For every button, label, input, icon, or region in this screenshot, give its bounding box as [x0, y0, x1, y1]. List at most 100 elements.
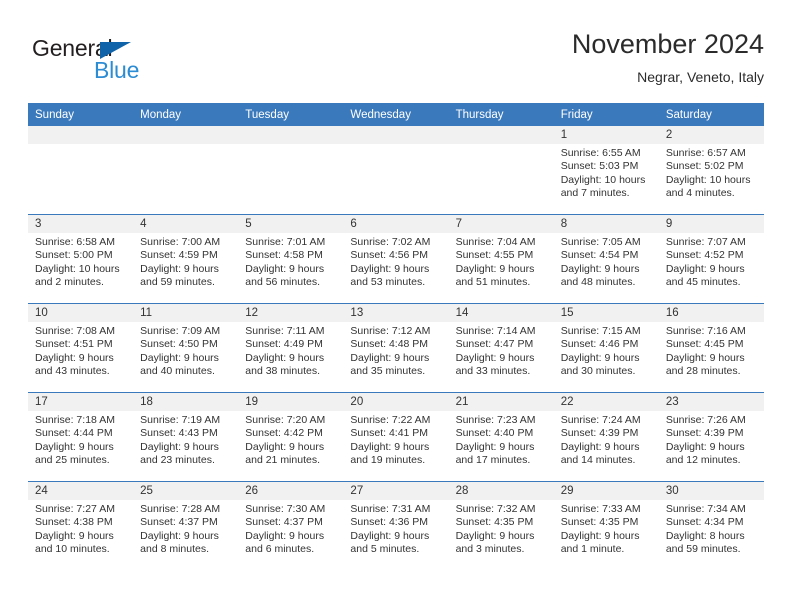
calendar-day-cell[interactable]: 28 Sunrise: 7:32 AM Sunset: 4:35 PM Dayligh… — [448, 481, 554, 570]
day-number: 28 — [448, 482, 554, 500]
calendar-day-cell[interactable]: 2 Sunrise: 6:57 AM Sunset: 5:02 PM Daylight… — [658, 126, 764, 215]
calendar-day-cell[interactable]: 17 Sunrise: 7:18 AM Sunset: 4:44 PM Dayligh… — [28, 392, 134, 482]
calendar-day-cell[interactable]: 22 Sunrise: 7:24 AM Sunset: 4:39 PM Dayligh… — [553, 392, 659, 482]
sunrise-text: Sunrise: 7:09 AM — [140, 325, 221, 337]
day-details: Sunrise: 7:30 AM Sunset: 4:37 PM Daylight:… — [238, 500, 343, 557]
calendar-day-cell[interactable]: 21 Sunrise: 7:23 AM Sunset: 4:40 PM Dayligh… — [448, 392, 554, 482]
sunrise-text: Sunrise: 7:18 AM — [35, 414, 115, 426]
calendar-empty-cell — [343, 126, 449, 215]
calendar-day-cell[interactable]: 6 Sunrise: 7:02 AM Sunset: 4:56 PM Daylight… — [343, 214, 449, 304]
calendar-day-cell[interactable]: 30 Sunrise: 7:34 AM Sunset: 4:34 PM Dayligh… — [658, 481, 764, 570]
sunset-text: Sunset: 4:56 PM — [350, 249, 429, 262]
day-number: 12 — [238, 304, 344, 322]
calendar-day-cell[interactable]: 9 Sunrise: 7:07 AM Sunset: 4:52 PM Daylight… — [658, 214, 764, 304]
day-details: Sunrise: 7:09 AM Sunset: 4:50 PM Daylight:… — [133, 322, 238, 379]
calendar-day-cell[interactable]: 24 Sunrise: 7:27 AM Sunset: 4:38 PM Dayligh… — [28, 481, 134, 570]
calendar-day-cell[interactable]: 8 Sunrise: 7:05 AM Sunset: 4:54 PM Daylight… — [553, 214, 659, 304]
sunset-text: Sunset: 4:37 PM — [140, 516, 218, 529]
day-number: 17 — [28, 393, 134, 411]
sunset-text: Sunset: 5:00 PM — [35, 249, 113, 262]
sunset-text: Sunset: 4:45 PM — [665, 338, 744, 351]
day-cell-content: 9 Sunrise: 7:07 AM Sunset: 4:52 PM Daylight… — [658, 215, 764, 303]
calendar-day-cell[interactable]: 12 Sunrise: 7:11 AM Sunset: 4:49 PM Dayligh… — [238, 303, 344, 393]
weekday-header-tuesday: Tuesday — [238, 103, 344, 126]
sunset-text: Sunset: 4:49 PM — [245, 338, 323, 351]
calendar-day-cell[interactable]: 26 Sunrise: 7:30 AM Sunset: 4:37 PM Dayligh… — [238, 481, 344, 570]
sunrise-text: Sunrise: 7:15 AM — [560, 325, 641, 337]
day-details: Sunrise: 7:34 AM Sunset: 4:34 PM Daylight:… — [659, 500, 764, 557]
day-details: Sunrise: 7:22 AM Sunset: 4:41 PM Daylight:… — [343, 411, 448, 468]
calendar-day-cell[interactable]: 18 Sunrise: 7:19 AM Sunset: 4:43 PM Dayligh… — [133, 392, 239, 482]
sunset-text: Sunset: 4:40 PM — [455, 427, 534, 440]
daylight-text: Daylight: 9 hours and 30 minutes. — [560, 351, 640, 378]
calendar-day-cell[interactable]: 14 Sunrise: 7:14 AM Sunset: 4:47 PM Dayligh… — [448, 303, 554, 393]
weekday-header-friday: Friday — [553, 103, 659, 126]
calendar-day-cell[interactable]: 10 Sunrise: 7:08 AM Sunset: 4:51 PM Dayligh… — [28, 303, 134, 393]
day-details: Sunrise: 7:08 AM Sunset: 4:51 PM Daylight:… — [28, 322, 133, 379]
day-number: 1 — [553, 126, 659, 144]
day-details: Sunrise: 7:33 AM Sunset: 4:35 PM Daylight:… — [554, 500, 659, 557]
calendar-header-row: Sunday Monday Tuesday Wednesday Thursday Frid… — [28, 103, 764, 126]
day-number — [133, 126, 239, 144]
weekday-header-thursday: Thursday — [448, 103, 554, 126]
calendar-day-cell[interactable]: 20 Sunrise: 7:22 AM Sunset: 4:41 PM Dayligh… — [343, 392, 449, 482]
calendar-day-cell[interactable]: 11 Sunrise: 7:09 AM Sunset: 4:50 PM Dayligh… — [133, 303, 239, 393]
day-cell-content: 14 Sunrise: 7:14 AM Sunset: 4:47 PM Dayligh… — [448, 304, 554, 392]
calendar-day-cell[interactable]: 13 Sunrise: 7:12 AM Sunset: 4:48 PM Dayligh… — [343, 303, 449, 393]
daylight-text: Daylight: 9 hours and 53 minutes. — [350, 262, 430, 289]
day-cell-content — [448, 126, 554, 214]
calendar-day-cell[interactable]: 27 Sunrise: 7:31 AM Sunset: 4:36 PM Dayligh… — [343, 481, 449, 570]
sunrise-text: Sunrise: 7:07 AM — [665, 236, 746, 248]
day-number: 7 — [448, 215, 554, 233]
calendar-day-cell[interactable]: 23 Sunrise: 7:26 AM Sunset: 4:39 PM Dayligh… — [658, 392, 764, 482]
day-details: Sunrise: 7:18 AM Sunset: 4:44 PM Daylight:… — [28, 411, 133, 468]
daylight-text: Daylight: 9 hours and 10 minutes. — [35, 529, 114, 556]
day-number: 18 — [133, 393, 239, 411]
day-cell-content: 1 Sunrise: 6:55 AM Sunset: 5:03 PM Daylight… — [553, 126, 659, 214]
day-cell-content: 22 Sunrise: 7:24 AM Sunset: 4:39 PM Dayligh… — [553, 393, 659, 481]
day-cell-content: 3 Sunrise: 6:58 AM Sunset: 5:00 PM Daylight… — [28, 215, 134, 303]
day-cell-content — [28, 126, 134, 214]
day-details: Sunrise: 7:19 AM Sunset: 4:43 PM Daylight:… — [133, 411, 238, 468]
day-cell-content — [343, 126, 449, 214]
day-number: 20 — [343, 393, 449, 411]
logo-text-general: General — [32, 35, 113, 61]
general-blue-logo[interactable]: General Blue — [32, 36, 252, 94]
day-details: Sunrise: 7:05 AM Sunset: 4:54 PM Daylight:… — [554, 233, 659, 290]
calendar-day-cell[interactable]: 29 Sunrise: 7:33 AM Sunset: 4:35 PM Dayligh… — [553, 481, 659, 570]
day-details: Sunrise: 6:58 AM Sunset: 5:00 PM Daylight:… — [28, 233, 133, 290]
sunset-text: Sunset: 4:48 PM — [350, 338, 429, 351]
sunrise-text: Sunrise: 7:02 AM — [350, 236, 431, 248]
day-details: Sunrise: 7:04 AM Sunset: 4:55 PM Daylight:… — [449, 233, 554, 290]
calendar-day-cell[interactable]: 7 Sunrise: 7:04 AM Sunset: 4:55 PM Daylight… — [448, 214, 554, 304]
calendar-day-cell[interactable]: 25 Sunrise: 7:28 AM Sunset: 4:37 PM Dayligh… — [133, 481, 239, 570]
day-number: 30 — [658, 482, 764, 500]
calendar-day-cell[interactable]: 1 Sunrise: 6:55 AM Sunset: 5:03 PM Daylight… — [553, 126, 659, 215]
day-number — [448, 126, 554, 144]
calendar-day-cell[interactable]: 16 Sunrise: 7:16 AM Sunset: 4:45 PM Dayligh… — [658, 303, 764, 393]
calendar-day-cell[interactable]: 3 Sunrise: 6:58 AM Sunset: 5:00 PM Daylight… — [28, 214, 134, 304]
day-details: Sunrise: 7:00 AM Sunset: 4:59 PM Daylight:… — [133, 233, 238, 290]
logo-text-blue: Blue — [94, 57, 140, 83]
calendar-day-cell[interactable]: 5 Sunrise: 7:01 AM Sunset: 4:58 PM Daylight… — [238, 214, 344, 304]
day-number: 8 — [553, 215, 659, 233]
daylight-text: Daylight: 9 hours and 28 minutes. — [665, 351, 745, 378]
daylight-text: Daylight: 9 hours and 25 minutes. — [35, 440, 114, 467]
day-details: Sunrise: 7:20 AM Sunset: 4:42 PM Daylight:… — [238, 411, 343, 468]
day-number: 9 — [658, 215, 764, 233]
day-details: Sunrise: 7:15 AM Sunset: 4:46 PM Daylight:… — [554, 322, 659, 379]
calendar-day-cell[interactable]: 4 Sunrise: 7:00 AM Sunset: 4:59 PM Daylight… — [133, 214, 239, 304]
day-cell-content: 15 Sunrise: 7:15 AM Sunset: 4:46 PM Dayligh… — [553, 304, 659, 392]
sunset-text: Sunset: 4:51 PM — [35, 338, 113, 351]
calendar-day-cell[interactable]: 15 Sunrise: 7:15 AM Sunset: 4:46 PM Dayligh… — [553, 303, 659, 393]
day-number — [238, 126, 344, 144]
sunset-text: Sunset: 4:41 PM — [350, 427, 429, 440]
day-number: 3 — [28, 215, 134, 233]
day-number: 22 — [553, 393, 659, 411]
logo-triangle-icon — [100, 42, 131, 59]
sunrise-text: Sunrise: 7:19 AM — [140, 414, 221, 426]
sunrise-text: Sunrise: 7:01 AM — [245, 236, 326, 248]
day-number — [343, 126, 449, 144]
day-cell-content: 11 Sunrise: 7:09 AM Sunset: 4:50 PM Dayligh… — [133, 304, 239, 392]
calendar-day-cell[interactable]: 19 Sunrise: 7:20 AM Sunset: 4:42 PM Dayligh… — [238, 392, 344, 482]
